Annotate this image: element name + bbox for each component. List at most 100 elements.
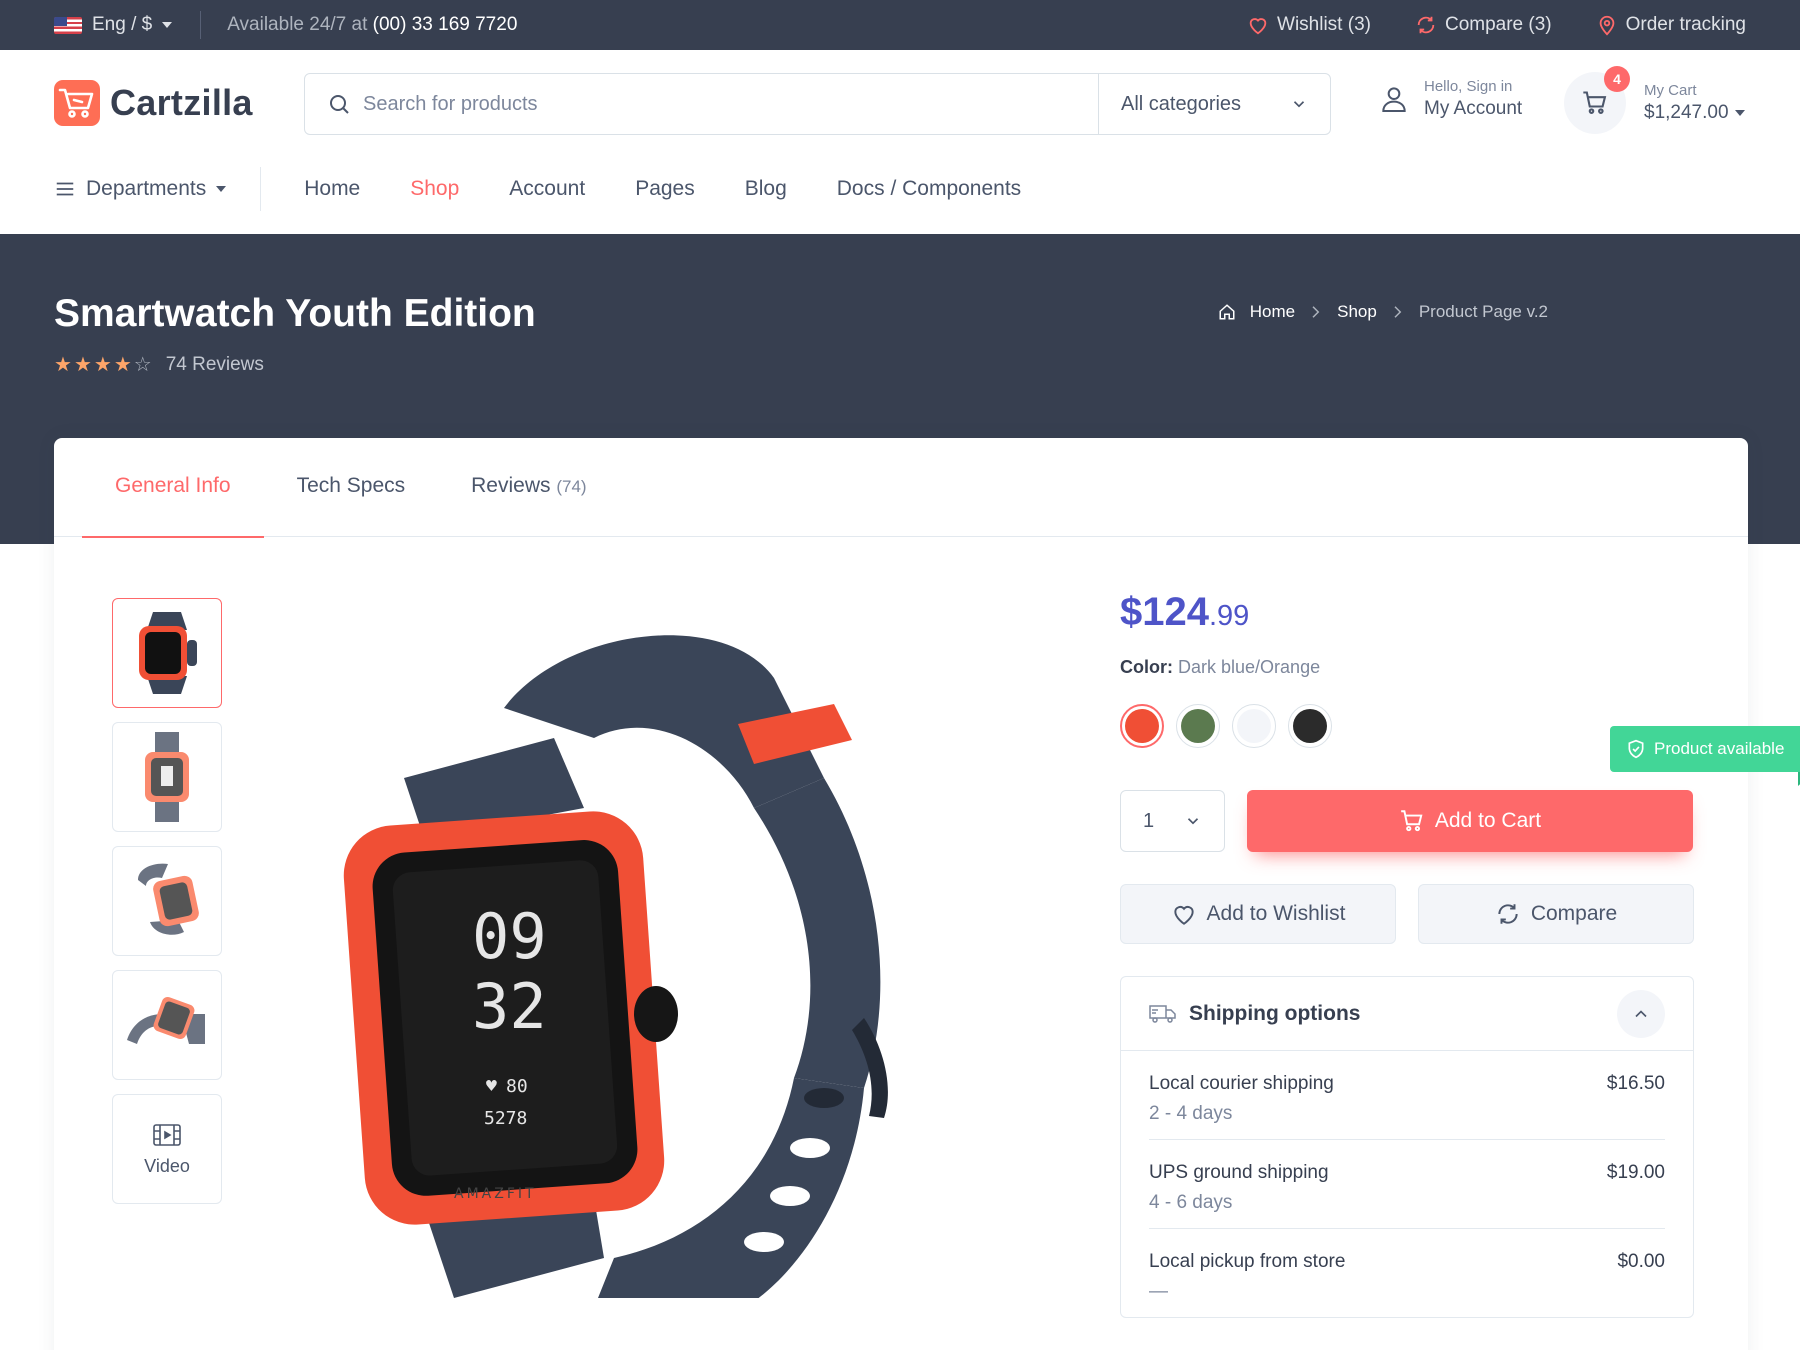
category-select[interactable]: All categories xyxy=(1098,74,1330,134)
price-main: $124 xyxy=(1120,590,1209,634)
swatch-white[interactable] xyxy=(1232,704,1276,748)
product-main-image[interactable]: 09 32 ♥ 80 5278 AMAZFIT xyxy=(324,618,1024,1298)
color-value: Dark blue/Orange xyxy=(1178,657,1321,677)
add-to-wishlist-button[interactable]: Add to Wishlist xyxy=(1120,884,1396,944)
shipping-option: Local pickup from store — $0.00 xyxy=(1149,1229,1665,1317)
add-to-cart-label: Add to Cart xyxy=(1434,809,1542,832)
swatch-orange[interactable] xyxy=(1120,704,1164,748)
watch-straight-image xyxy=(145,732,189,822)
departments-menu[interactable]: Departments xyxy=(54,167,262,211)
refresh-icon xyxy=(1417,16,1435,34)
shipping-title: Shipping options xyxy=(1189,1001,1361,1025)
compare-button-label: Compare xyxy=(1530,902,1618,925)
compare-label: Compare (3) xyxy=(1444,14,1552,35)
cart-count-badge: 4 xyxy=(1604,66,1630,92)
logo-text: Cartzilla xyxy=(110,82,253,123)
shipping-time: 4 - 6 days xyxy=(1149,1192,1233,1213)
compare-button[interactable]: Compare xyxy=(1418,884,1694,944)
watch-heart-rate: 80 xyxy=(506,1076,528,1097)
watch-minutes: 32 xyxy=(472,970,547,1043)
order-tracking-link[interactable]: Order tracking xyxy=(1596,14,1746,36)
shipping-option: Local courier shipping 2 - 4 days $16.50 xyxy=(1149,1051,1665,1140)
color-label: Color: xyxy=(1120,657,1173,677)
heart-icon xyxy=(1173,906,1194,925)
language-currency-selector[interactable]: Eng / $ xyxy=(54,11,202,39)
star-filled-icon: ★ xyxy=(54,354,72,376)
truck-icon xyxy=(1149,1004,1176,1023)
video-label: Video xyxy=(144,1155,190,1176)
topbar: Eng / $ Available 24/7 at (00) 33 169 77… xyxy=(0,0,1800,50)
cart-total-value: $1,247.00 xyxy=(1644,102,1729,123)
thumbnail-4[interactable] xyxy=(112,970,222,1080)
page-title: Smartwatch Youth Edition xyxy=(54,292,536,335)
quantity-select[interactable]: 1 xyxy=(1120,790,1225,852)
cart-logo-icon xyxy=(54,80,100,126)
star-empty-icon: ☆ xyxy=(133,354,152,376)
video-thumbnail[interactable]: Video xyxy=(112,1094,222,1204)
star-filled-icon: ★ xyxy=(113,354,132,376)
shipping-time: — xyxy=(1149,1281,1168,1302)
chevron-right-icon xyxy=(1312,306,1320,318)
shipping-name: UPS ground shipping xyxy=(1149,1162,1329,1183)
nav-pages[interactable]: Pages xyxy=(610,177,720,201)
swatch-black[interactable] xyxy=(1288,704,1332,748)
breadcrumb-current: Product Page v.2 xyxy=(1418,302,1548,321)
nav-docs[interactable]: Docs / Components xyxy=(812,177,1046,201)
nav-shop[interactable]: Shop xyxy=(385,177,484,201)
shipping-options-accordion: Shipping options Local courier shipping … xyxy=(1120,976,1694,1318)
availability-text: Product available xyxy=(1654,739,1785,758)
nav-home[interactable]: Home xyxy=(279,177,385,201)
search-input[interactable] xyxy=(363,92,1083,116)
chevron-down-icon xyxy=(1187,818,1199,825)
cart-button[interactable]: 4 xyxy=(1564,66,1630,134)
logo[interactable]: Cartzilla xyxy=(54,80,253,126)
collapse-toggle[interactable] xyxy=(1617,989,1665,1038)
thumbnail-3[interactable] xyxy=(112,846,222,956)
breadcrumb: Home Shop Product Page v.2 xyxy=(1218,302,1548,322)
header: Cartzilla All categories Hello, Sign in … xyxy=(0,50,1800,234)
breadcrumb-shop[interactable]: Shop xyxy=(1337,302,1377,322)
cart-icon xyxy=(1583,91,1607,114)
chevron-up-icon xyxy=(1635,1009,1647,1017)
chevron-down-icon xyxy=(1293,101,1305,108)
account-greeting: Hello, Sign in xyxy=(1424,78,1513,95)
phone-link[interactable]: (00) 33 169 7720 xyxy=(373,14,518,35)
wishlist-link[interactable]: Wishlist (3) xyxy=(1247,14,1371,36)
thumbnail-2[interactable] xyxy=(112,722,222,832)
breadcrumb-home[interactable]: Home xyxy=(1250,302,1295,322)
nav-blog[interactable]: Blog xyxy=(720,177,812,201)
availability-badge: Product available xyxy=(1610,726,1800,786)
shipping-time: 2 - 4 days xyxy=(1149,1103,1233,1124)
map-pin-icon xyxy=(1599,15,1614,36)
shipping-price: $19.00 xyxy=(1606,1162,1665,1183)
swatch-color xyxy=(1125,709,1159,743)
departments-label: Departments xyxy=(86,177,207,200)
watch-brand: AMAZFIT xyxy=(454,1186,537,1202)
product-tabs: General Info Tech Specs Reviews (74) xyxy=(54,438,1748,538)
tab-tech-specs[interactable]: Tech Specs xyxy=(264,438,439,537)
swatch-color xyxy=(1293,709,1327,743)
main-nav: Departments Home Shop Account Pages Blog… xyxy=(54,164,1046,214)
shipping-options-header[interactable]: Shipping options xyxy=(1121,977,1693,1051)
swatch-green[interactable] xyxy=(1176,704,1220,748)
us-flag-icon xyxy=(54,16,82,34)
language-label: Eng / $ xyxy=(92,14,153,35)
cart-widget[interactable]: 4 My Cart $1,247.00 xyxy=(1564,66,1745,134)
product-rating[interactable]: ★ ★ ★ ★ ☆ 74 Reviews xyxy=(54,354,264,376)
swatch-color xyxy=(1237,709,1271,743)
account-link[interactable]: Hello, Sign in My Account xyxy=(1378,78,1522,120)
shipping-name: Local pickup from store xyxy=(1149,1251,1346,1272)
watch-steps: 5278 xyxy=(484,1108,527,1129)
caret-down-icon xyxy=(162,22,173,28)
cart-icon xyxy=(1401,810,1423,832)
add-to-cart-button[interactable]: Add to Cart xyxy=(1247,790,1693,852)
compare-link[interactable]: Compare (3) xyxy=(1415,14,1552,36)
tab-reviews[interactable]: Reviews (74) xyxy=(438,438,619,537)
availability-text: Available 24/7 at xyxy=(227,14,368,35)
product-card: General Info Tech Specs Reviews (74) Vid… xyxy=(54,438,1800,1350)
shipping-price: $16.50 xyxy=(1606,1073,1665,1094)
tab-general-info[interactable]: General Info xyxy=(82,438,264,538)
swatch-color xyxy=(1181,709,1215,743)
nav-account[interactable]: Account xyxy=(484,177,610,201)
thumbnail-1[interactable] xyxy=(112,598,222,708)
